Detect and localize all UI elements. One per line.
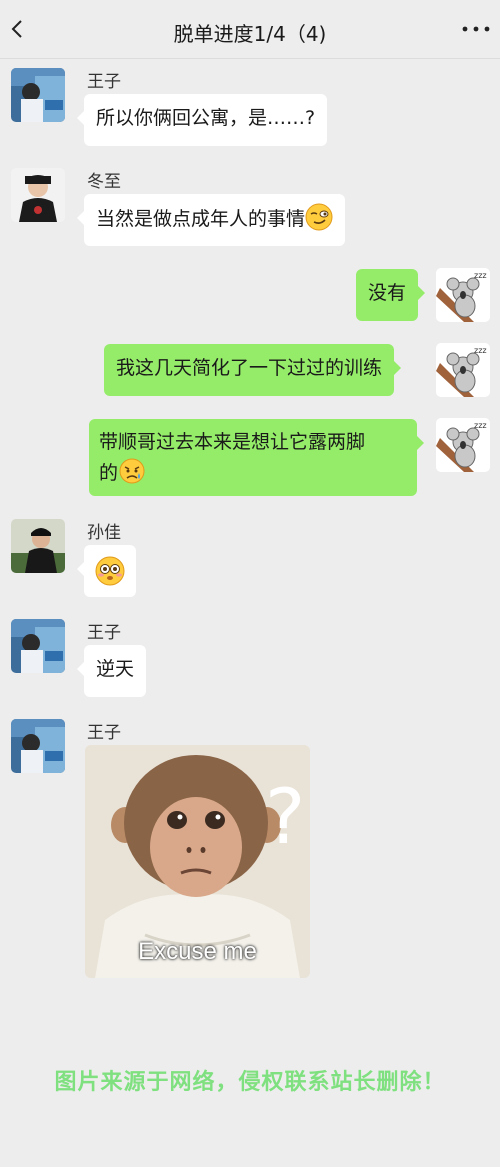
confused-monkey-sticker[interactable]: ? Excuse me: [85, 745, 310, 978]
smirk-emoji-icon: [305, 203, 333, 231]
sender-name: 王子: [87, 723, 121, 743]
message-bubble[interactable]: 当然是做点成年人的事情: [76, 194, 346, 246]
sad-emoji-icon: [118, 457, 146, 485]
message-text-line: 带顺哥过去本来是想让它露两脚: [99, 431, 366, 453]
message-text-line: 的: [99, 457, 407, 488]
message-bubble[interactable]: 逆天: [76, 645, 147, 697]
message-bubble[interactable]: [77, 545, 136, 597]
sender-name: 孙佳: [87, 523, 121, 543]
message-text: 我这几天简化了一下过过的训练: [116, 357, 383, 379]
sender-name: 王子: [87, 72, 121, 92]
avatar-self-koala[interactable]: zzz: [436, 343, 490, 397]
message-bubble[interactable]: 我这几天简化了一下过过的训练: [104, 344, 402, 396]
avatar-wangzi[interactable]: [11, 719, 65, 773]
svg-text:zzz: zzz: [474, 346, 487, 355]
sender-name: 冬至: [87, 172, 121, 192]
sender-name: 王子: [87, 623, 121, 643]
avatar-sunjia[interactable]: [11, 519, 65, 573]
sticker-caption: Excuse me: [138, 938, 257, 965]
message-text: 所以你俩回公寓，是……?: [96, 107, 316, 129]
watermark-text: 图片来源于网络，侵权联系站长删除！: [54, 1070, 446, 1095]
avatar-wangzi[interactable]: [11, 68, 65, 122]
chat-title: 脱单进度1/4（4): [173, 22, 327, 46]
svg-text:?: ?: [265, 772, 305, 861]
message-bubble[interactable]: 所以你俩回公寓，是……?: [76, 94, 328, 146]
message-text: 当然是做点成年人的事情: [96, 208, 306, 230]
message-bubble[interactable]: 没有: [356, 269, 426, 321]
svg-text:zzz: zzz: [474, 271, 487, 280]
avatar-dongzhi[interactable]: [11, 168, 65, 222]
avatar-wangzi[interactable]: [11, 619, 65, 673]
avatar-self-koala[interactable]: zzz: [436, 268, 490, 322]
message-bubble[interactable]: 带顺哥过去本来是想让它露两脚 的: [89, 419, 424, 496]
message-text: 逆天: [96, 658, 135, 680]
chat-header: 脱单进度1/4（4): [0, 0, 500, 59]
message-text: 没有: [368, 282, 407, 304]
svg-text:zzz: zzz: [474, 421, 487, 430]
flushed-emoji-icon: [95, 556, 125, 586]
avatar-self-koala[interactable]: zzz: [436, 418, 490, 472]
more-horizontal-icon[interactable]: [460, 20, 492, 38]
